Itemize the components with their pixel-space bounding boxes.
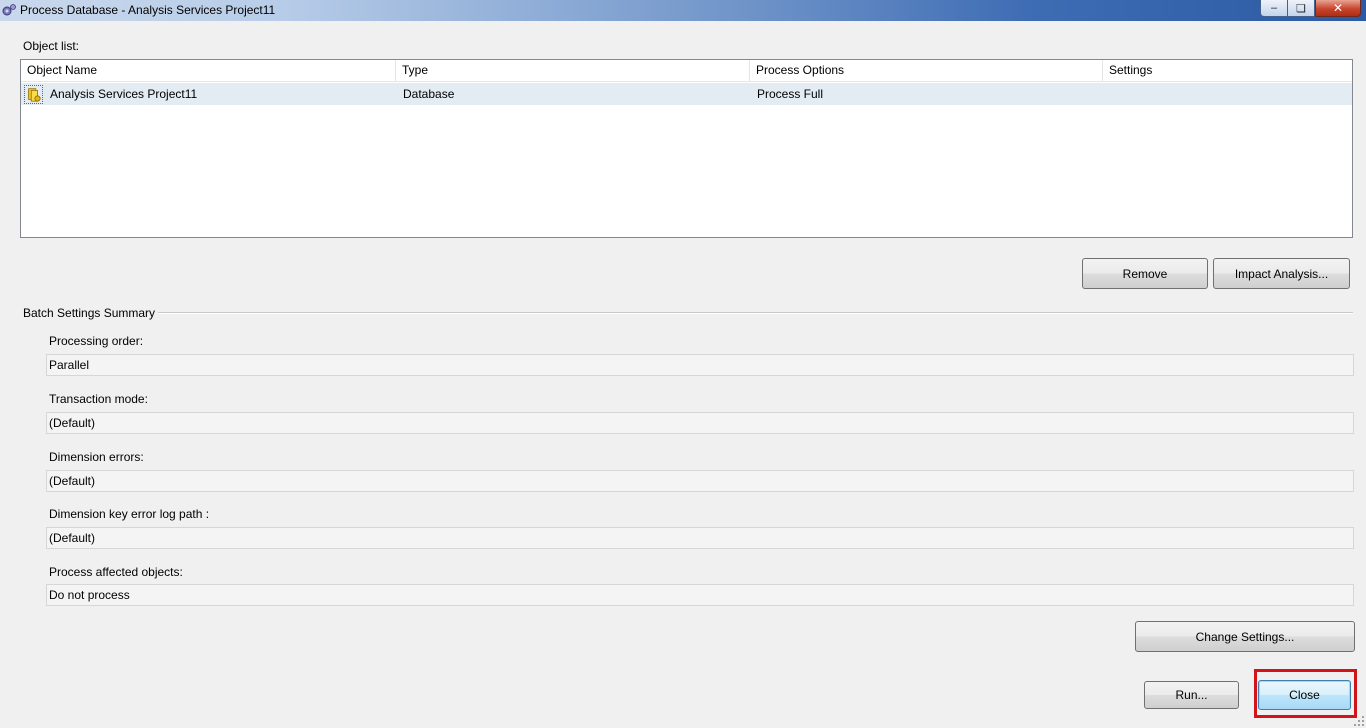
process-affected-objects-field: Do not process <box>46 584 1354 606</box>
dimension-errors-field: (Default) <box>46 470 1354 492</box>
transaction-mode-label: Transaction mode: <box>49 392 148 406</box>
remove-button[interactable]: Remove <box>1082 258 1208 289</box>
database-icon <box>24 85 43 104</box>
dimension-key-error-log-path-label: Dimension key error log path : <box>49 507 210 521</box>
dimension-key-error-log-path-field: (Default) <box>46 527 1354 549</box>
window-close-button[interactable]: ✕ <box>1315 0 1361 17</box>
close-icon: ✕ <box>1332 1 1344 15</box>
dimension-errors-label: Dimension errors: <box>49 450 144 464</box>
cell-object-name: Analysis Services Project11 <box>50 87 198 101</box>
minimize-button[interactable]: – <box>1260 0 1288 17</box>
cell-type: Database <box>403 87 455 101</box>
transaction-mode-field: (Default) <box>46 412 1354 434</box>
process-gear-icon <box>2 4 16 16</box>
column-header-process-options[interactable]: Process Options <box>750 60 1103 81</box>
cell-process-options[interactable]: Process Full <box>757 83 823 105</box>
title-bar[interactable]: Process Database - Analysis Services Pro… <box>0 0 1366 21</box>
object-list-label: Object list: <box>23 39 80 53</box>
column-header-settings[interactable]: Settings <box>1103 60 1352 81</box>
minimize-icon: – <box>1270 2 1278 14</box>
group-divider <box>158 312 1353 314</box>
close-button[interactable]: Close <box>1258 680 1351 710</box>
processing-order-label: Processing order: <box>49 334 144 348</box>
batch-settings-title: Batch Settings Summary <box>23 306 156 320</box>
object-list[interactable]: Object Name Type Process Options Setting… <box>20 59 1353 238</box>
restore-icon: ❏ <box>1296 2 1306 15</box>
processing-order-field: Parallel <box>46 354 1354 376</box>
change-settings-button[interactable]: Change Settings... <box>1135 621 1355 652</box>
column-header-type[interactable]: Type <box>396 60 750 81</box>
window-title: Process Database - Analysis Services Pro… <box>20 3 276 17</box>
restore-button[interactable]: ❏ <box>1287 0 1315 17</box>
impact-analysis-button[interactable]: Impact Analysis... <box>1213 258 1350 289</box>
table-row[interactable]: Analysis Services Project11 Database Pro… <box>21 83 1352 105</box>
resize-grip-icon[interactable] <box>1354 716 1364 726</box>
object-list-header: Object Name Type Process Options Setting… <box>21 60 1352 82</box>
column-header-object-name[interactable]: Object Name <box>21 60 396 81</box>
process-affected-objects-label: Process affected objects: <box>49 565 183 579</box>
run-button[interactable]: Run... <box>1144 681 1239 709</box>
